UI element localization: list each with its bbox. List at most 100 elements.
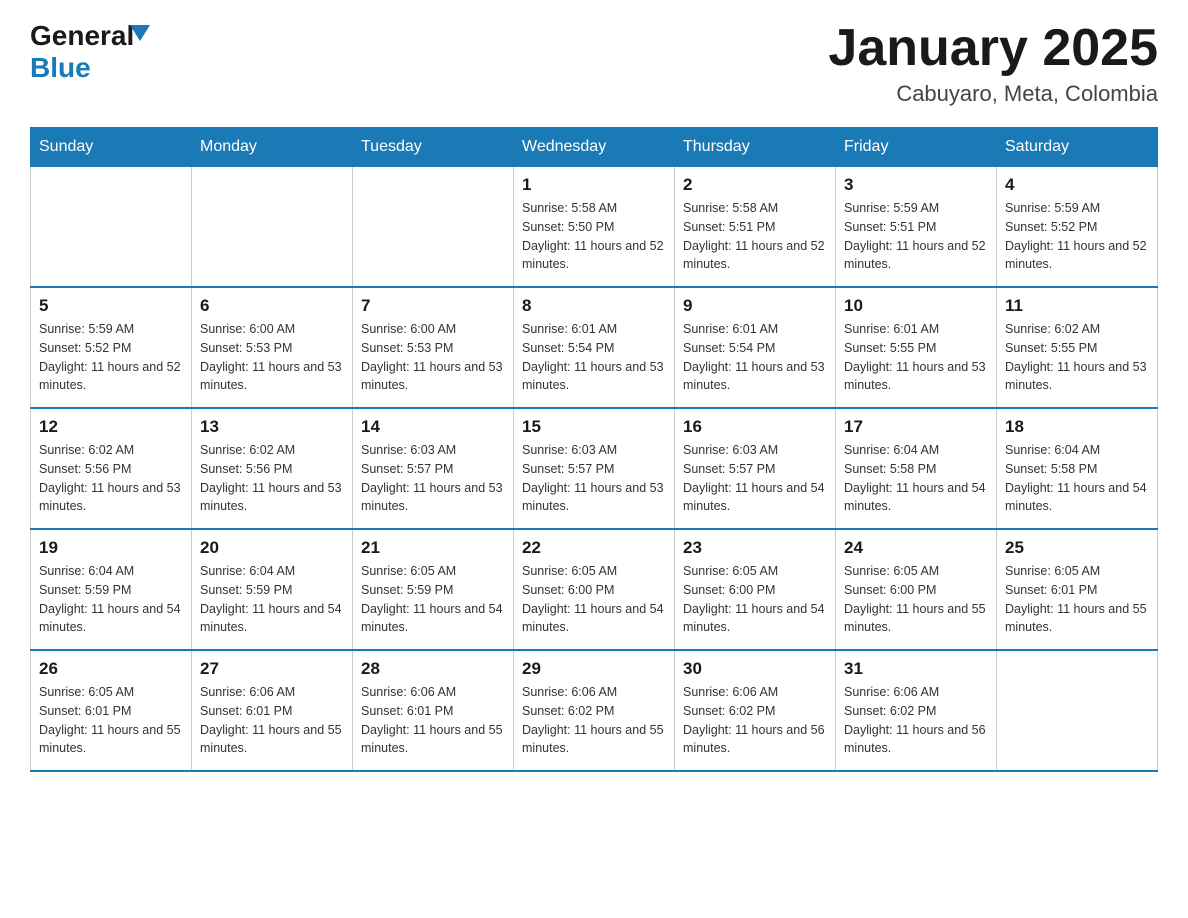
calendar-cell: 26 Sunrise: 6:05 AM Sunset: 6:01 PM Dayli… <box>31 650 192 771</box>
calendar-cell: 4Sunrise: 5:59 AM Sunset: 5:52 PM Daylig… <box>997 167 1158 288</box>
calendar-cell: 18Sunrise: 6:04 AM Sunset: 5:58 PM Dayli… <box>997 408 1158 529</box>
day-number: 15 <box>522 417 666 437</box>
header-tuesday: Tuesday <box>353 128 514 167</box>
calendar-cell <box>192 167 353 288</box>
day-number: 19 <box>39 538 183 558</box>
day-number: 14 <box>361 417 505 437</box>
calendar-table: SundayMondayTuesdayWednesdayThursdayFrid… <box>30 127 1158 772</box>
day-info: Sunrise: 6:05 AM Sunset: 6:01 PM Dayligh… <box>1005 562 1149 637</box>
day-info: Sunrise: 5:58 AM Sunset: 5:50 PM Dayligh… <box>522 199 666 274</box>
day-number: 11 <box>1005 296 1149 316</box>
day-info: Sunrise: 6:04 AM Sunset: 5:58 PM Dayligh… <box>844 441 988 516</box>
day-info: Sunrise: 5:58 AM Sunset: 5:51 PM Dayligh… <box>683 199 827 274</box>
calendar-cell: 19 Sunrise: 6:04 AM Sunset: 5:59 PM Dayli… <box>31 529 192 650</box>
calendar-cell: 30 Sunrise: 6:06 AM Sunset: 6:02 PM Dayli… <box>675 650 836 771</box>
day-number: 7 <box>361 296 505 316</box>
calendar-cell: 10Sunrise: 6:01 AM Sunset: 5:55 PM Dayli… <box>836 287 997 408</box>
calendar-cell: 27 Sunrise: 6:06 AM Sunset: 6:01 PM Dayli… <box>192 650 353 771</box>
logo-general-text: General <box>30 20 134 52</box>
header-wednesday: Wednesday <box>514 128 675 167</box>
week-row-3: 12Sunrise: 6:02 AM Sunset: 5:56 PM Dayli… <box>31 408 1158 529</box>
day-info: Sunrise: 6:05 AM Sunset: 6:00 PM Dayligh… <box>522 562 666 637</box>
calendar-cell <box>353 167 514 288</box>
calendar-cell: 13Sunrise: 6:02 AM Sunset: 5:56 PM Dayli… <box>192 408 353 529</box>
calendar-header-row: SundayMondayTuesdayWednesdayThursdayFrid… <box>31 128 1158 167</box>
day-number: 30 <box>683 659 827 679</box>
day-number: 31 <box>844 659 988 679</box>
day-number: 16 <box>683 417 827 437</box>
calendar-cell: 16 Sunrise: 6:03 AM Sunset: 5:57 PM Dayli… <box>675 408 836 529</box>
day-number: 17 <box>844 417 988 437</box>
calendar-cell <box>997 650 1158 771</box>
day-info: Sunrise: 6:06 AM Sunset: 6:01 PM Dayligh… <box>200 683 344 758</box>
day-info: Sunrise: 6:00 AM Sunset: 5:53 PM Dayligh… <box>361 320 505 395</box>
day-number: 9 <box>683 296 827 316</box>
calendar-cell: 5Sunrise: 5:59 AM Sunset: 5:52 PM Daylig… <box>31 287 192 408</box>
day-number: 26 <box>39 659 183 679</box>
day-info: Sunrise: 6:01 AM Sunset: 5:55 PM Dayligh… <box>844 320 988 395</box>
day-number: 8 <box>522 296 666 316</box>
calendar-cell: 7 Sunrise: 6:00 AM Sunset: 5:53 PM Daylig… <box>353 287 514 408</box>
day-number: 24 <box>844 538 988 558</box>
day-info: Sunrise: 6:06 AM Sunset: 6:01 PM Dayligh… <box>361 683 505 758</box>
day-number: 28 <box>361 659 505 679</box>
day-info: Sunrise: 5:59 AM Sunset: 5:52 PM Dayligh… <box>39 320 183 395</box>
calendar-cell: 8 Sunrise: 6:01 AM Sunset: 5:54 PM Daylig… <box>514 287 675 408</box>
day-info: Sunrise: 5:59 AM Sunset: 5:52 PM Dayligh… <box>1005 199 1149 274</box>
day-info: Sunrise: 6:05 AM Sunset: 6:01 PM Dayligh… <box>39 683 183 758</box>
day-info: Sunrise: 6:06 AM Sunset: 6:02 PM Dayligh… <box>522 683 666 758</box>
day-number: 2 <box>683 175 827 195</box>
calendar-cell: 21Sunrise: 6:05 AM Sunset: 5:59 PM Dayli… <box>353 529 514 650</box>
logo-triangle-icon <box>130 25 150 41</box>
title-section: January 2025 Cabuyaro, Meta, Colombia <box>828 20 1158 107</box>
day-number: 27 <box>200 659 344 679</box>
day-number: 18 <box>1005 417 1149 437</box>
day-info: Sunrise: 6:06 AM Sunset: 6:02 PM Dayligh… <box>683 683 827 758</box>
week-row-5: 26 Sunrise: 6:05 AM Sunset: 6:01 PM Dayli… <box>31 650 1158 771</box>
day-info: Sunrise: 6:04 AM Sunset: 5:59 PM Dayligh… <box>39 562 183 637</box>
day-number: 6 <box>200 296 344 316</box>
calendar-cell: 20 Sunrise: 6:04 AM Sunset: 5:59 PM Dayli… <box>192 529 353 650</box>
header-monday: Monday <box>192 128 353 167</box>
day-info: Sunrise: 6:01 AM Sunset: 5:54 PM Dayligh… <box>683 320 827 395</box>
day-number: 1 <box>522 175 666 195</box>
header-thursday: Thursday <box>675 128 836 167</box>
calendar-cell: 6 Sunrise: 6:00 AM Sunset: 5:53 PM Daylig… <box>192 287 353 408</box>
day-info: Sunrise: 6:06 AM Sunset: 6:02 PM Dayligh… <box>844 683 988 758</box>
day-number: 23 <box>683 538 827 558</box>
calendar-cell: 29Sunrise: 6:06 AM Sunset: 6:02 PM Dayli… <box>514 650 675 771</box>
day-number: 13 <box>200 417 344 437</box>
logo-blue-text: Blue <box>30 52 91 84</box>
calendar-cell: 15 Sunrise: 6:03 AM Sunset: 5:57 PM Dayli… <box>514 408 675 529</box>
calendar-cell: 14Sunrise: 6:03 AM Sunset: 5:57 PM Dayli… <box>353 408 514 529</box>
calendar-cell: 24Sunrise: 6:05 AM Sunset: 6:00 PM Dayli… <box>836 529 997 650</box>
day-info: Sunrise: 6:03 AM Sunset: 5:57 PM Dayligh… <box>683 441 827 516</box>
header-saturday: Saturday <box>997 128 1158 167</box>
calendar-cell: 28 Sunrise: 6:06 AM Sunset: 6:01 PM Dayli… <box>353 650 514 771</box>
day-info: Sunrise: 6:01 AM Sunset: 5:54 PM Dayligh… <box>522 320 666 395</box>
day-info: Sunrise: 6:00 AM Sunset: 5:53 PM Dayligh… <box>200 320 344 395</box>
header-friday: Friday <box>836 128 997 167</box>
calendar-cell: 3Sunrise: 5:59 AM Sunset: 5:51 PM Daylig… <box>836 167 997 288</box>
location-title: Cabuyaro, Meta, Colombia <box>828 81 1158 107</box>
calendar-cell: 31 Sunrise: 6:06 AM Sunset: 6:02 PM Dayli… <box>836 650 997 771</box>
day-info: Sunrise: 6:03 AM Sunset: 5:57 PM Dayligh… <box>522 441 666 516</box>
page-header: General Blue January 2025 Cabuyaro, Meta… <box>30 20 1158 107</box>
day-info: Sunrise: 6:02 AM Sunset: 5:55 PM Dayligh… <box>1005 320 1149 395</box>
day-info: Sunrise: 6:05 AM Sunset: 6:00 PM Dayligh… <box>683 562 827 637</box>
logo: General Blue <box>30 20 150 84</box>
calendar-cell: 17 Sunrise: 6:04 AM Sunset: 5:58 PM Dayli… <box>836 408 997 529</box>
day-info: Sunrise: 6:04 AM Sunset: 5:59 PM Dayligh… <box>200 562 344 637</box>
calendar-cell: 22 Sunrise: 6:05 AM Sunset: 6:00 PM Dayli… <box>514 529 675 650</box>
week-row-4: 19 Sunrise: 6:04 AM Sunset: 5:59 PM Dayli… <box>31 529 1158 650</box>
header-sunday: Sunday <box>31 128 192 167</box>
calendar-cell: 1 Sunrise: 5:58 AM Sunset: 5:50 PM Daylig… <box>514 167 675 288</box>
day-number: 22 <box>522 538 666 558</box>
day-number: 25 <box>1005 538 1149 558</box>
day-number: 12 <box>39 417 183 437</box>
calendar-cell: 11 Sunrise: 6:02 AM Sunset: 5:55 PM Dayli… <box>997 287 1158 408</box>
day-number: 21 <box>361 538 505 558</box>
calendar-cell: 2 Sunrise: 5:58 AM Sunset: 5:51 PM Daylig… <box>675 167 836 288</box>
day-number: 20 <box>200 538 344 558</box>
day-number: 3 <box>844 175 988 195</box>
